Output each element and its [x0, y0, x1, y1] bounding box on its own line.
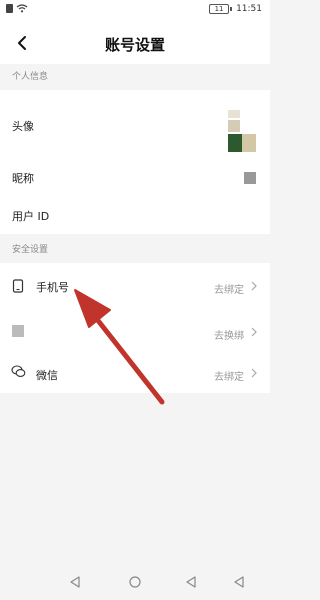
- second-account-row[interactable]: 去换绑: [0, 309, 270, 355]
- page-title: 账号设置: [104, 36, 165, 54]
- nickname-row[interactable]: 昵称: [0, 160, 270, 196]
- avatar-row[interactable]: 头像: [0, 90, 270, 160]
- status-time: 11:51: [236, 4, 262, 14]
- wechat-icon: [11, 365, 26, 377]
- phone-bind-action[interactable]: 去绑定: [214, 281, 244, 296]
- wechat-label: 微信: [36, 369, 58, 382]
- wechat-row[interactable]: 微信 去绑定: [0, 355, 270, 393]
- phone-row[interactable]: 手机号 去绑定: [0, 263, 270, 309]
- user-id-row: 用户 ID: [0, 196, 270, 234]
- avatar: [228, 110, 256, 152]
- status-right: 11 11:51: [209, 4, 262, 14]
- home-circle-icon[interactable]: [128, 575, 142, 589]
- nickname-label: 昵称: [12, 172, 34, 185]
- section-label-security: 安全设置: [0, 237, 270, 263]
- chevron-right-icon: [251, 327, 257, 337]
- status-left: [6, 4, 28, 13]
- rebind-action[interactable]: 去换绑: [214, 327, 244, 342]
- avatar-label: 头像: [12, 120, 34, 133]
- chevron-right-icon: [251, 368, 257, 378]
- account-icon: [12, 325, 24, 337]
- user-id-label: 用户 ID: [12, 210, 50, 223]
- battery-icon: 11: [209, 4, 233, 14]
- battery-level: 11: [209, 4, 230, 14]
- chevron-right-icon: [251, 281, 257, 291]
- nickname-image: [244, 172, 256, 184]
- wifi-icon: [16, 4, 28, 13]
- system-nav-bar: [0, 563, 270, 600]
- status-bar: 11 11:51: [0, 0, 270, 22]
- back-triangle-icon[interactable]: [232, 575, 246, 589]
- phone-label: 手机号: [36, 281, 69, 294]
- phone-icon: [12, 279, 24, 293]
- back-triangle-icon[interactable]: [68, 575, 82, 589]
- sim-card-icon: [6, 4, 13, 13]
- section-label-personal: 个人信息: [0, 64, 270, 90]
- header: 账号设置: [0, 22, 270, 64]
- wechat-bind-action[interactable]: 去绑定: [214, 368, 244, 383]
- back-triangle-icon[interactable]: [184, 575, 198, 589]
